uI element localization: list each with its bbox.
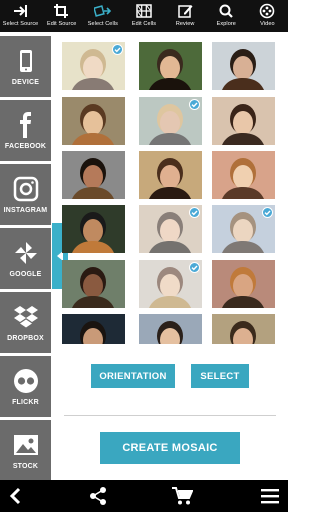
portrait-photo: [139, 151, 202, 199]
orientation-button[interactable]: ORIENTATION: [91, 364, 175, 388]
photo-cell[interactable]: [212, 97, 275, 145]
photo-cell[interactable]: [62, 205, 125, 253]
selected-check-icon: [112, 44, 123, 55]
source-facebook[interactable]: FACEBOOK: [0, 100, 51, 161]
source-dropbox[interactable]: DROPBOX: [0, 292, 51, 353]
portrait-photo: [139, 42, 202, 90]
portrait-photo: [212, 151, 275, 199]
menu-button[interactable]: [258, 484, 282, 508]
source-label: DROPBOX: [7, 334, 44, 342]
tool-explore[interactable]: Explore: [206, 0, 247, 32]
photo-cell[interactable]: [62, 97, 125, 145]
tool-label: Select Cells: [87, 21, 118, 27]
source-google[interactable]: GOOGLE: [0, 228, 51, 289]
portrait-photo: [212, 42, 275, 90]
portrait-photo: [62, 205, 125, 253]
select-button[interactable]: SELECT: [191, 364, 249, 388]
share-icon: [90, 487, 106, 505]
photo-cell[interactable]: [139, 205, 202, 253]
source-sidebar: DEVICE FACEBOOK INSTAGRAM GOOGLE DROPBOX…: [0, 32, 52, 481]
source-label: STOCK: [12, 462, 39, 470]
portrait-photo: [62, 97, 125, 145]
photo-cell[interactable]: [212, 260, 275, 308]
source-flickr[interactable]: FLICKR: [0, 356, 51, 417]
arrow-right-into-icon: [13, 5, 27, 17]
portrait-photo: [62, 314, 125, 344]
tool-edit-source[interactable]: Edit Source: [41, 0, 82, 32]
portrait-photo: [212, 260, 275, 308]
selected-check-icon: [189, 99, 200, 110]
dropbox-icon: [13, 305, 38, 327]
tool-review[interactable]: Review: [165, 0, 206, 32]
tool-video[interactable]: Video: [247, 0, 288, 32]
source-stock[interactable]: STOCK: [0, 420, 51, 481]
photo-cell[interactable]: [139, 97, 202, 145]
bottom-bar: [0, 480, 288, 512]
portrait-photo: [62, 151, 125, 199]
portrait-photo: [212, 314, 275, 344]
tool-label: Video: [260, 21, 275, 27]
tool-label: Select Source: [2, 21, 39, 27]
tool-edit-cells[interactable]: Edit Cells: [123, 0, 164, 32]
tool-select-source[interactable]: Select Source: [0, 0, 41, 32]
selected-check-icon: [262, 207, 273, 218]
photo-cell[interactable]: [212, 42, 275, 90]
selected-check-icon: [189, 262, 200, 273]
image-icon: [13, 434, 38, 455]
photo-grid: [62, 42, 278, 344]
source-label: GOOGLE: [9, 270, 42, 278]
back-icon: [9, 487, 21, 505]
photo-cell[interactable]: [139, 151, 202, 199]
photo-cell[interactable]: [62, 314, 125, 344]
photo-cell[interactable]: [139, 260, 202, 308]
crop-icon: [53, 4, 68, 18]
selected-check-icon: [189, 207, 200, 218]
tool-label: Explore: [216, 21, 236, 27]
film-reel-icon: [260, 3, 275, 19]
source-label: INSTAGRAM: [3, 206, 48, 214]
cart-icon: [172, 487, 193, 505]
photo-cell[interactable]: [62, 151, 125, 199]
photo-cell[interactable]: [212, 314, 275, 344]
pinwheel-icon: [14, 241, 37, 264]
source-label: DEVICE: [11, 78, 40, 86]
search-icon: [219, 4, 234, 18]
cart-button[interactable]: [170, 484, 194, 508]
tool-label: Edit Cells: [131, 21, 157, 27]
portrait-photo: [139, 314, 202, 344]
instagram-icon: [13, 176, 38, 201]
photo-cell[interactable]: [62, 260, 125, 308]
tool-label: Edit Source: [46, 21, 77, 27]
create-mosaic-button[interactable]: CREATE MOSAIC: [100, 432, 240, 464]
photo-cell[interactable]: [62, 42, 125, 90]
tool-select-cells[interactable]: Select Cells: [82, 0, 123, 32]
menu-icon: [261, 489, 279, 504]
share-button[interactable]: [86, 484, 110, 508]
photo-cell[interactable]: [212, 205, 275, 253]
tool-label: Review: [175, 21, 195, 27]
source-instagram[interactable]: INSTAGRAM: [0, 164, 51, 225]
photo-cell[interactable]: [139, 42, 202, 90]
top-toolbar: Select Source Edit Source Select Cells E…: [0, 0, 288, 32]
edit-icon: [178, 5, 193, 18]
photo-cell[interactable]: [139, 314, 202, 344]
back-button[interactable]: [4, 484, 28, 508]
portrait-photo: [62, 260, 125, 308]
phone-icon: [19, 49, 32, 72]
source-device[interactable]: DEVICE: [0, 36, 51, 97]
grid-icon: [136, 4, 152, 18]
portrait-photo: [212, 97, 275, 145]
source-label: FACEBOOK: [4, 142, 47, 150]
facebook-icon: [19, 111, 31, 138]
flickr-icon: [13, 368, 38, 393]
divider: [64, 415, 276, 416]
source-label: FLICKR: [12, 398, 39, 406]
photo-cell[interactable]: [212, 151, 275, 199]
select-cells-icon: [93, 5, 111, 17]
